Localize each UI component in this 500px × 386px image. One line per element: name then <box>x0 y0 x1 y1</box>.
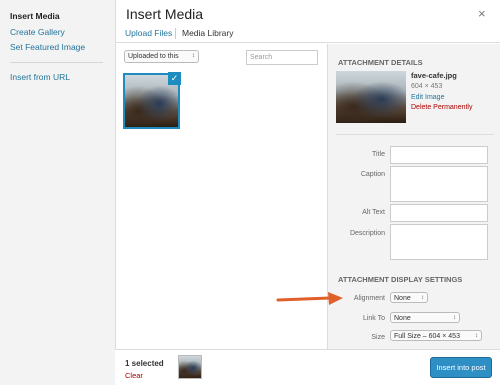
tab-media-library[interactable]: Media Library <box>182 28 234 38</box>
menu-item-create-gallery[interactable]: Create Gallery <box>10 27 65 37</box>
annotation-arrow-icon <box>276 292 343 305</box>
alignment-value: None <box>394 295 411 302</box>
attachment-details-panel: ATTACHMENT DETAILS fave-cafe.jpg 604 × 4… <box>327 44 500 349</box>
check-icon[interactable]: ✓ <box>168 72 181 85</box>
display-settings-heading: ATTACHMENT DISPLAY SETTINGS <box>338 275 463 284</box>
clear-selection-link[interactable]: Clear <box>125 371 143 380</box>
caption-label: Caption <box>360 171 385 178</box>
file-dimensions: 604 × 453 <box>411 83 443 90</box>
media-footer: 1 selected Clear Insert into post <box>115 349 500 386</box>
selected-count: 1 selected <box>125 359 164 368</box>
menu-item-set-featured-image[interactable]: Set Featured Image <box>10 42 85 52</box>
link-to-label: Link To <box>362 315 385 322</box>
alignment-select[interactable]: None ↕ <box>390 292 428 303</box>
selection-thumbnail[interactable] <box>178 355 202 379</box>
size-label: Size <box>371 334 385 341</box>
modal-title: Insert Media <box>126 6 204 22</box>
title-label: Title <box>372 151 385 158</box>
insert-into-post-button[interactable]: Insert into post <box>430 357 492 378</box>
tab-upload-files[interactable]: Upload Files <box>125 28 172 38</box>
title-field[interactable] <box>390 146 488 164</box>
select-arrows-icon: ↕ <box>192 53 195 59</box>
edit-image-link[interactable]: Edit Image <box>411 94 444 101</box>
file-name: fave-cafe.jpg <box>411 71 457 80</box>
menu-divider <box>10 62 103 63</box>
filter-select-value: Uploaded to this <box>128 53 179 60</box>
description-label: Description <box>349 230 385 237</box>
link-to-select[interactable]: None ↕ <box>390 312 460 323</box>
filter-select[interactable]: Uploaded to this ↕ <box>124 50 199 63</box>
alt-text-field[interactable] <box>390 204 488 222</box>
menu-item-insert-from-url[interactable]: Insert from URL <box>10 72 70 82</box>
menu-item-insert-media[interactable]: Insert Media <box>10 11 60 21</box>
delete-permanently-link[interactable]: Delete Permanently <box>411 104 472 111</box>
media-menu-sidebar: Insert Media Create Gallery Set Featured… <box>0 0 116 385</box>
tab-separator <box>175 28 176 39</box>
close-icon[interactable]: × <box>478 6 486 21</box>
attachment-details-heading: ATTACHMENT DETAILS <box>338 58 423 67</box>
description-field[interactable] <box>390 224 488 260</box>
size-value: Full Size – 604 × 453 <box>394 333 460 340</box>
link-to-value: None <box>394 315 411 322</box>
size-select[interactable]: Full Size – 604 × 453 ↕ <box>390 330 482 341</box>
select-arrows-icon: ↕ <box>421 295 424 301</box>
select-arrows-icon: ↕ <box>475 333 478 339</box>
search-input[interactable]: Search <box>246 50 318 65</box>
select-arrows-icon: ↕ <box>453 315 456 321</box>
alt-text-label: Alt Text <box>362 209 385 216</box>
media-tabs: Upload Files Media Library <box>115 24 500 43</box>
panel-divider <box>336 134 494 135</box>
details-thumbnail <box>336 71 406 123</box>
caption-field[interactable] <box>390 166 488 202</box>
